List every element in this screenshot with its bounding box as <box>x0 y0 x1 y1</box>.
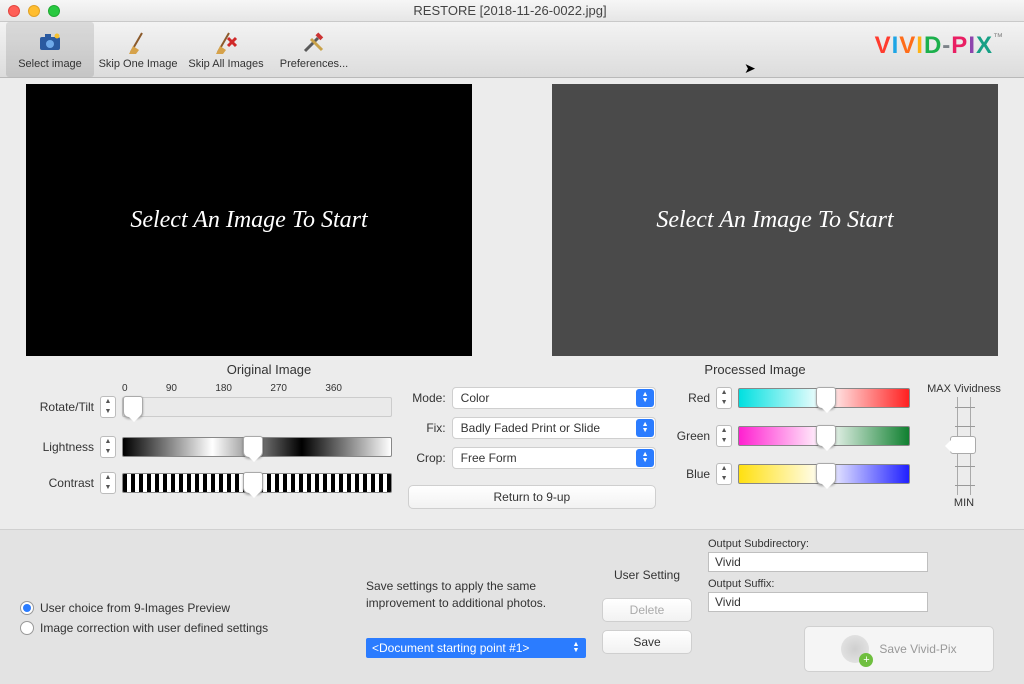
zoom-window-button[interactable] <box>48 5 60 17</box>
vividness-slider[interactable] <box>957 397 971 495</box>
close-window-button[interactable] <box>8 5 20 17</box>
rotate-stepper[interactable]: ▲▼ <box>100 396 116 418</box>
fix-select[interactable]: Badly Faded Print or Slide▲▼ <box>452 417 656 439</box>
lightness-slider[interactable] <box>122 437 392 457</box>
original-image-label: Original Image <box>26 362 512 377</box>
red-slider[interactable] <box>738 388 910 408</box>
green-slider[interactable] <box>738 426 910 446</box>
radio-9images[interactable]: User choice from 9-Images Preview <box>20 598 350 618</box>
tools-icon <box>301 29 327 55</box>
output-subdir-input[interactable]: Vivid <box>708 552 928 572</box>
minimize-window-button[interactable] <box>28 5 40 17</box>
gear-plus-icon <box>841 635 869 663</box>
red-label: Red <box>666 391 716 405</box>
processed-image-label: Processed Image <box>512 362 998 377</box>
radio-icon <box>20 621 34 635</box>
crop-select[interactable]: Free Form▲▼ <box>452 447 656 469</box>
max-vividness-label: MAX Vividness <box>927 383 1001 395</box>
red-stepper[interactable]: ▲▼ <box>716 387 732 409</box>
radio-userdefined[interactable]: Image correction with user defined setti… <box>20 618 350 638</box>
green-stepper[interactable]: ▲▼ <box>716 425 732 447</box>
mode-select[interactable]: Color▲▼ <box>452 387 656 409</box>
broom-x-icon <box>213 29 239 55</box>
output-suffix-input[interactable]: Vivid <box>708 592 928 612</box>
preferences-button[interactable]: Preferences... <box>270 22 358 77</box>
lightness-stepper[interactable]: ▲▼ <box>100 436 116 458</box>
contrast-label: Contrast <box>20 476 100 490</box>
original-preview: Select An Image To Start <box>26 84 472 356</box>
lightness-label: Lightness <box>20 440 100 454</box>
blue-slider[interactable] <box>738 464 910 484</box>
processed-preview: Select An Image To Start <box>552 84 998 356</box>
output-suffix-label: Output Suffix: <box>708 578 1004 590</box>
return-9up-button[interactable]: Return to 9-up <box>408 485 656 509</box>
radio-icon <box>20 601 34 615</box>
save-button[interactable]: Save <box>602 630 692 654</box>
blue-stepper[interactable]: ▲▼ <box>716 463 732 485</box>
window-title: RESTORE [2018-11-26-0022.jpg] <box>60 3 960 18</box>
mode-label: Mode: <box>408 391 452 405</box>
crop-label: Crop: <box>408 451 452 465</box>
camera-icon <box>37 29 63 55</box>
skip-all-button[interactable]: Skip All Images <box>182 22 270 77</box>
titlebar: RESTORE [2018-11-26-0022.jpg] <box>0 0 1024 22</box>
original-placeholder: Select An Image To Start <box>130 207 367 234</box>
contrast-slider[interactable] <box>122 473 392 493</box>
rotate-label: Rotate/Tilt <box>20 400 100 414</box>
broom-icon <box>125 29 151 55</box>
contrast-stepper[interactable]: ▲▼ <box>100 472 116 494</box>
user-setting-header: User Setting <box>602 568 692 582</box>
logo: VIVID-PIX™ <box>875 32 1004 60</box>
save-description: Save settings to apply the same improvem… <box>366 578 586 612</box>
fix-label: Fix: <box>408 421 452 435</box>
skip-one-button[interactable]: Skip One Image <box>94 22 182 77</box>
output-subdir-label: Output Subdirectory: <box>708 538 1004 550</box>
save-vividpix-button[interactable]: Save Vivid-Pix <box>804 626 994 672</box>
starting-point-select[interactable]: <Document starting point #1> ▲▼ <box>366 638 586 658</box>
rotate-slider[interactable] <box>122 397 392 417</box>
select-image-button[interactable]: Select image <box>6 22 94 77</box>
preferences-label: Preferences... <box>280 58 348 70</box>
skip-all-label: Skip All Images <box>188 58 263 70</box>
processed-placeholder: Select An Image To Start <box>656 207 893 234</box>
green-label: Green <box>666 429 716 443</box>
skip-one-label: Skip One Image <box>99 58 178 70</box>
select-image-label: Select image <box>18 58 82 70</box>
delete-button[interactable]: Delete <box>602 598 692 622</box>
blue-label: Blue <box>666 467 716 481</box>
toolbar: Select image Skip One Image Skip All Ima… <box>0 22 1024 78</box>
min-label: MIN <box>954 497 974 509</box>
